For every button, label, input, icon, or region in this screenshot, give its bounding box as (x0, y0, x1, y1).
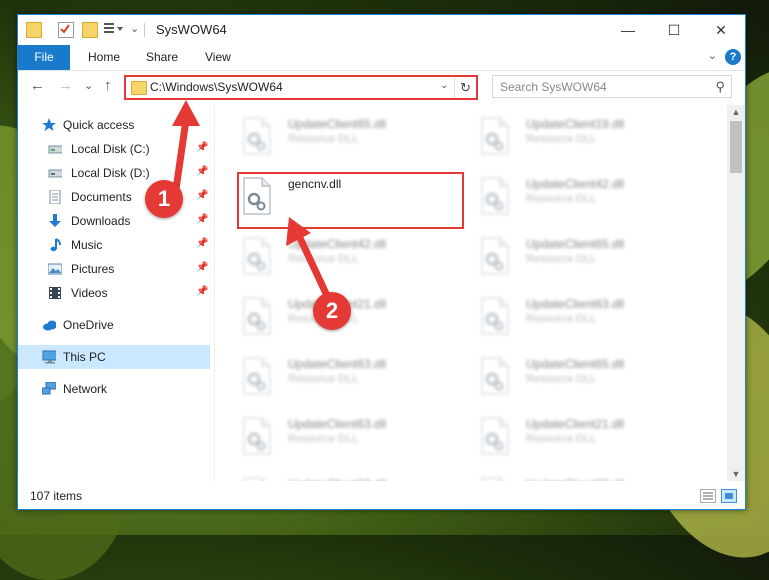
annotation-arrows (171, 100, 334, 306)
arrow-1-head (172, 100, 200, 126)
step-marker-1: 1 (145, 180, 183, 218)
step-marker-2: 2 (313, 292, 351, 330)
